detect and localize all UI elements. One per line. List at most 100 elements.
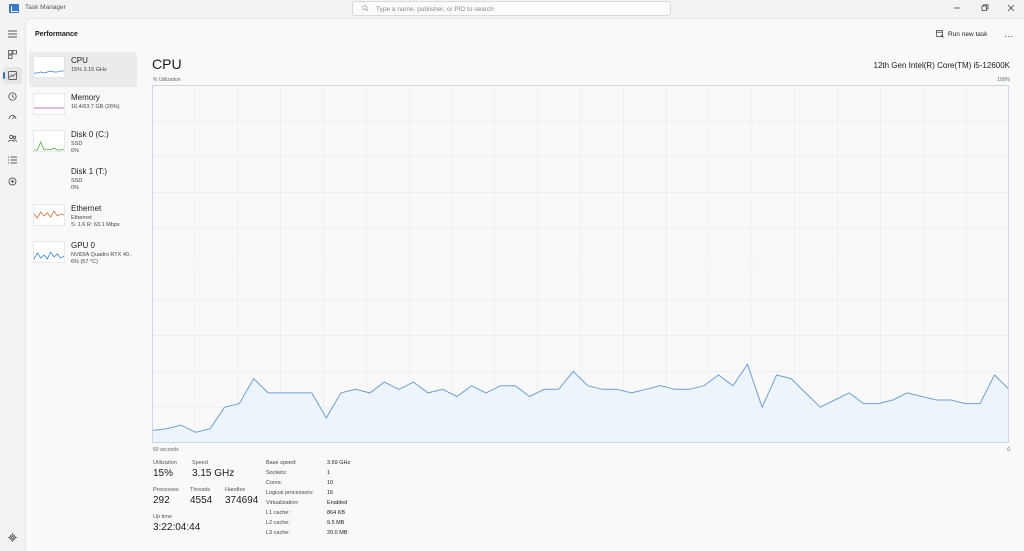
spec-row: Virtualization: Enabled <box>266 500 366 510</box>
run-new-task-button[interactable]: Run new task <box>932 27 991 41</box>
stat-threads-label: Threads <box>190 487 211 493</box>
device-item-disk-1-t[interactable]: Disk 1 (T:) SSD 0% <box>29 163 137 198</box>
more-options-button[interactable]: ... <box>1001 27 1017 41</box>
details-icon <box>8 156 17 163</box>
device-detail-2: 6% <box>71 147 79 154</box>
spec-label: L3 cache: <box>266 530 290 536</box>
spec-value: 10 <box>327 480 334 486</box>
restore-button[interactable] <box>972 1 998 15</box>
window-title: Task Manager <box>25 4 66 11</box>
startup-apps-icon <box>8 115 17 120</box>
spec-row: Base speed: 3.69 GHz <box>266 460 366 470</box>
device-thumbnail-graph <box>33 204 65 226</box>
nav-app-history[interactable] <box>3 88 22 105</box>
device-name: Disk 0 (C:) <box>71 130 109 139</box>
graph-x-label: 60 seconds <box>153 447 179 453</box>
title-bar: Task Manager <box>0 0 1024 18</box>
spec-value: 864 KB <box>327 510 346 516</box>
stat-handles: Handles 374694 <box>225 487 258 506</box>
stat-processes: Processes 292 <box>153 487 179 506</box>
spec-label: Logical processors: <box>266 490 314 496</box>
nav-rail <box>0 18 25 551</box>
device-item-ethernet[interactable]: Ethernet Ethernet S: 1.6 R: 63.1 Mbps <box>29 200 137 235</box>
spec-value: 3.69 GHz <box>327 460 351 466</box>
spec-label: L1 cache: <box>266 510 290 516</box>
device-detail-2: S: 1.6 R: 63.1 Mbps <box>71 221 120 228</box>
device-thumbnail-graph <box>33 167 65 189</box>
device-detail-1: Ethernet <box>71 214 92 221</box>
search-box[interactable] <box>352 1 671 16</box>
device-item-disk-0-c[interactable]: Disk 0 (C:) SSD 6% <box>29 126 137 161</box>
spec-row: L1 cache: 864 KB <box>266 510 366 520</box>
task-manager-app-icon <box>9 4 19 13</box>
services-icon <box>8 177 17 186</box>
device-detail-1: SSD <box>71 177 83 184</box>
spec-label: Cores: <box>266 480 283 486</box>
device-detail-1: SSD <box>71 140 83 147</box>
stat-utilization-value: 15% <box>153 468 174 479</box>
graph-x-min: 0 <box>1007 447 1010 453</box>
spec-value: 20.0 MB <box>327 530 348 536</box>
stat-speed: Speed 3.15 GHz <box>192 460 234 479</box>
minimize-button[interactable] <box>944 1 970 15</box>
close-icon <box>1007 4 1015 12</box>
app-history-icon <box>8 92 17 101</box>
device-detail-1: 16.4/63.7 GB (26%) <box>71 103 120 110</box>
stat-processes-value: 292 <box>153 495 170 506</box>
stat-processes-label: Processes <box>153 487 179 493</box>
main-panel: Performance Run new task ... CPU 15% 3.15… <box>25 18 1024 551</box>
stat-threads: Threads 4554 <box>190 487 212 506</box>
nav-users[interactable] <box>3 130 22 147</box>
spec-row: Logical processors: 16 <box>266 490 366 500</box>
stat-uptime-value: 3:22:04:44 <box>153 522 201 533</box>
gear-icon <box>8 533 17 542</box>
device-detail-2: 0% <box>71 184 79 191</box>
stat-speed-value: 3.15 GHz <box>192 468 235 479</box>
stat-utilization-label: Utilization <box>153 460 177 466</box>
device-thumbnail-graph <box>33 241 65 263</box>
users-icon <box>8 135 17 143</box>
device-thumbnail-graph <box>33 130 65 152</box>
spec-row: Cores: 10 <box>266 480 366 490</box>
device-name: GPU 0 <box>71 241 96 250</box>
device-item-cpu[interactable]: CPU 15% 3.15 GHz <box>29 52 137 87</box>
stat-speed-label: Speed <box>192 460 208 466</box>
nav-details[interactable] <box>3 151 22 168</box>
cpu-heading: CPU <box>152 56 182 72</box>
nav-settings[interactable] <box>3 529 22 546</box>
spec-value: 16 <box>327 490 334 496</box>
spec-value: 9.5 MB <box>327 520 345 526</box>
run-task-icon <box>936 30 944 38</box>
close-button[interactable] <box>998 1 1024 15</box>
nav-performance[interactable] <box>3 67 22 84</box>
stat-utilization: Utilization 15% <box>153 460 177 479</box>
search-input[interactable] <box>376 4 656 14</box>
device-name: Disk 1 (T:) <box>71 167 107 176</box>
nav-menu-button[interactable] <box>3 25 22 42</box>
stat-threads-value: 4554 <box>190 495 213 506</box>
spec-row: Sockets: 1 <box>266 470 366 480</box>
device-detail-2: 6% (57 °C) <box>71 258 98 265</box>
performance-icon <box>8 71 17 80</box>
page-title: Performance <box>35 31 78 38</box>
device-thumbnail-graph <box>33 93 65 115</box>
cpu-utilization-graph <box>152 85 1009 443</box>
cpu-model: 12th Gen Intel(R) Core(TM) i5-12600K <box>873 61 1011 70</box>
nav-processes[interactable] <box>3 46 22 63</box>
spec-value: Enabled <box>327 500 348 506</box>
nav-startup-apps[interactable] <box>3 109 22 126</box>
stat-handles-label: Handles <box>225 487 246 493</box>
spec-row: L3 cache: 20.0 MB <box>266 530 366 540</box>
device-item-gpu-0[interactable]: GPU 0 NVIDIA Quadro RTX 40.. 6% (57 °C) <box>29 237 137 272</box>
nav-services[interactable] <box>3 173 22 190</box>
device-thumbnail-graph <box>33 56 65 78</box>
hamburger-icon <box>8 30 17 37</box>
stat-uptime-label: Up time <box>153 514 172 520</box>
device-item-memory[interactable]: Memory 16.4/63.7 GB (26%) <box>29 89 137 124</box>
device-detail-1: 15% 3.15 GHz <box>71 66 107 73</box>
device-detail-1: NVIDIA Quadro RTX 40.. <box>71 251 133 258</box>
spec-label: Base speed: <box>266 460 297 466</box>
restore-icon <box>981 4 989 11</box>
device-name: Ethernet <box>71 204 102 213</box>
spec-label: Virtualization: <box>266 500 299 506</box>
